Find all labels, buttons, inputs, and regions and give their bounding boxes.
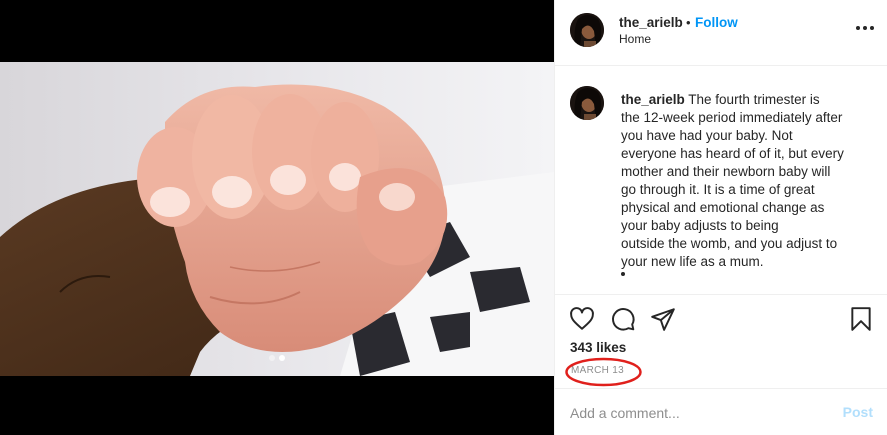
header-separator: • [686, 15, 691, 30]
post-photo [0, 62, 554, 376]
more-horizontal-icon [856, 26, 860, 30]
likes-count[interactable]: 343 likes [570, 340, 626, 355]
carousel-dots [0, 355, 554, 361]
caption-text: the_arielb The fourth trimester is the 1… [621, 91, 866, 271]
more-options-button[interactable] [856, 24, 874, 32]
comment-input[interactable] [570, 403, 820, 423]
comment-icon[interactable] [610, 306, 636, 332]
caption-avatar[interactable] [570, 86, 604, 120]
follow-button[interactable]: Follow [695, 15, 738, 30]
heart-icon[interactable] [569, 306, 595, 332]
post-header: the_arielb • Follow Home [555, 0, 887, 66]
post-comment-button[interactable]: Post [843, 404, 873, 420]
post-caption: the_arielb The fourth trimester is the 1… [555, 66, 887, 294]
carousel-dot-active[interactable] [279, 355, 285, 361]
avatar[interactable] [570, 13, 604, 47]
post-author-username[interactable]: the_arielb [619, 15, 683, 30]
bookmark-icon[interactable] [848, 306, 874, 332]
post-side-panel: the_arielb • Follow Home the_arielb The … [554, 0, 887, 435]
add-comment-bar: Post [555, 388, 887, 435]
post-actions: 343 likes MARCH 13 [555, 294, 887, 388]
avatar-image [570, 86, 604, 120]
carousel-dot[interactable] [269, 355, 275, 361]
avatar-image [570, 13, 604, 47]
post-media [0, 0, 554, 435]
caption-bullet [621, 272, 625, 276]
caption-body: The fourth trimester is the 12-week peri… [621, 92, 844, 269]
caption-username[interactable]: the_arielb [621, 92, 685, 107]
more-horizontal-icon-dot [870, 26, 874, 30]
post-location[interactable]: Home [619, 32, 651, 46]
more-horizontal-icon-dot [863, 26, 867, 30]
date-highlight-circle [565, 357, 642, 387]
share-icon[interactable] [650, 306, 676, 332]
